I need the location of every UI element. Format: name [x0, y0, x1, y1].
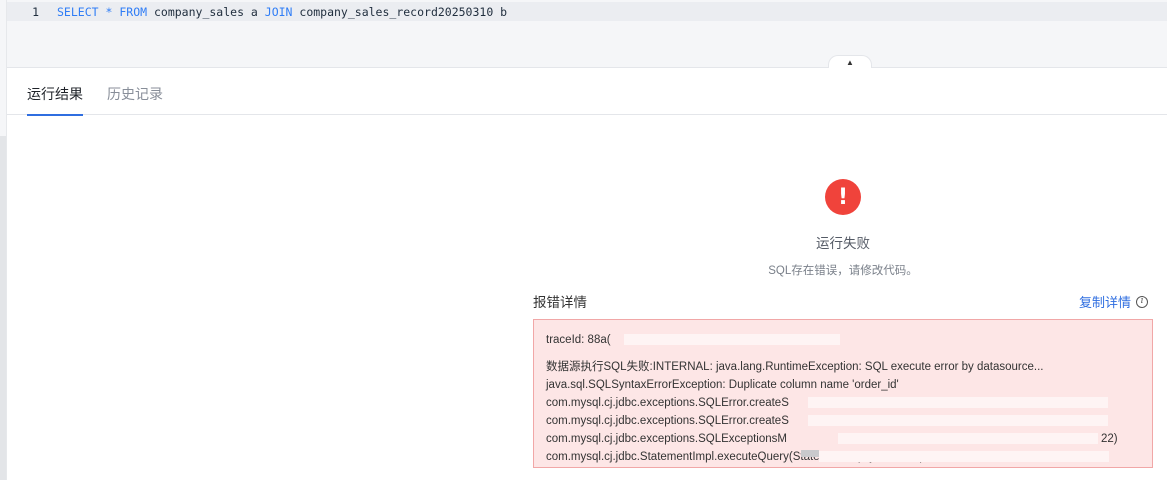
error-title: 运行失败 — [816, 236, 870, 251]
tab-history[interactable]: 历史记录 — [107, 84, 163, 115]
error-line: com.mysql.cj.jdbc.exceptions.SQLError.cr… — [546, 412, 1140, 430]
chevron-up-icon: ▲ — [846, 57, 854, 67]
error-line: com.mysql.cj.jdbc.exceptions.SQLExceptio… — [546, 430, 1140, 448]
error-line-text: java.sql.SQLSyntaxErrorException: Duplic… — [546, 379, 899, 391]
tab-run-results[interactable]: 运行结果 — [27, 84, 83, 116]
error-line-text: com.mysql.cj.jdbc.exceptions.SQLExceptio… — [546, 433, 787, 445]
copy-details-button[interactable]: 复制详情 i — [1079, 292, 1149, 311]
sql-editor[interactable]: 1 SELECT * FROM company_sales a JOIN com… — [7, 0, 1167, 69]
error-line-text: com.mysql.cj.jdbc.exceptions.SQLError.cr… — [546, 397, 789, 409]
redaction-mask — [808, 397, 1108, 408]
error-line-suffix: 22) — [1101, 433, 1118, 445]
copy-details-label: 复制详情 — [1079, 295, 1132, 310]
sql-token: company_sales_record20250310 b — [292, 4, 508, 19]
sql-code[interactable]: SELECT * FROM company_sales a JOIN compa… — [47, 5, 507, 19]
error-detail-box[interactable]: traceId: 88a( 数据源执行SQL失败:INTERNAL: java.… — [533, 319, 1153, 468]
sql-token: JOIN — [264, 4, 293, 19]
error-subtitle: SQL存在错误，请修改代码。 — [768, 265, 918, 277]
trace-id-text: traceId: 88a( — [546, 334, 611, 346]
tab-label: 历史记录 — [107, 86, 163, 102]
sql-token: FROM — [119, 4, 148, 19]
result-tabs: 运行结果 历史记录 — [7, 68, 1167, 116]
error-line: 数据源执行SQL失败:INTERNAL: java.lang.RuntimeEx… — [546, 358, 1140, 376]
redaction-mask — [819, 451, 1109, 462]
error-line-text: 数据源执行SQL失败:INTERNAL: java.lang.RuntimeEx… — [546, 361, 1044, 373]
redaction-mask — [624, 334, 840, 345]
line-number: 1 — [32, 4, 39, 19]
sql-token: company_sales a — [147, 4, 265, 19]
redaction-mask — [838, 433, 1098, 444]
tab-label: 运行结果 — [27, 86, 83, 102]
info-icon[interactable]: i — [1136, 295, 1149, 308]
result-panel: ! 运行失败 SQL存在错误，请修改代码。 报错详情 复制详情 i traceI… — [7, 115, 1167, 480]
collapse-editor-button[interactable]: ▲ — [828, 55, 872, 69]
left-rail — [0, 0, 7, 480]
error-detail-label: 报错详情 — [533, 295, 587, 310]
editor-line[interactable]: 1 SELECT * FROM company_sales a JOIN com… — [7, 2, 1167, 21]
error-line-text: com.mysql.cj.jdbc.exceptions.SQLError.cr… — [546, 415, 789, 427]
redaction-mask — [808, 415, 1108, 426]
error-line: java.sql.SQLSyntaxErrorException: Duplic… — [546, 376, 1140, 394]
scrollbar-thumb[interactable] — [0, 136, 6, 480]
error-line: com.mysql.cj.jdbc.StatementImpl.executeQ… — [546, 448, 1140, 466]
trace-id: traceId: 88a( — [546, 332, 1140, 348]
error-line: com.mysql.cj.jdbc.exceptions.SQLError.cr… — [546, 394, 1140, 412]
redaction-mask — [801, 450, 819, 457]
sql-token: SELECT — [57, 4, 99, 19]
error-icon: ! — [825, 179, 861, 215]
